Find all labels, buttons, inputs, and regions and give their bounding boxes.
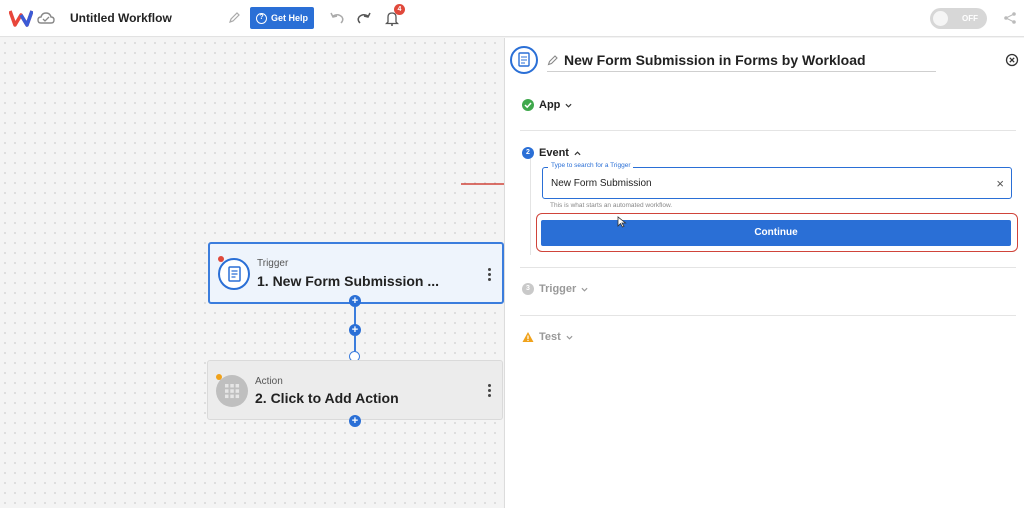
divider (520, 267, 1016, 268)
pencil-icon[interactable] (228, 11, 241, 24)
divider (520, 130, 1016, 131)
step-config-panel: New Form Submission in Forms by Workload… (504, 38, 1024, 508)
clear-search-icon[interactable]: × (996, 176, 1004, 191)
step-trigger-label: Trigger (539, 283, 577, 295)
chevron-down-icon (565, 103, 572, 108)
form-icon (218, 258, 250, 290)
cursor-icon (617, 216, 627, 228)
action-status-dot (216, 374, 222, 380)
step-test[interactable]: Test (522, 331, 573, 343)
add-after-action-button[interactable]: + (349, 415, 361, 427)
trigger-status-dot (218, 256, 224, 262)
step-app-label: App (539, 99, 561, 111)
close-icon[interactable] (1005, 53, 1019, 67)
title-underline (547, 71, 936, 72)
step-trigger[interactable]: 3 Trigger (522, 283, 588, 295)
notification-badge: 4 (394, 4, 405, 15)
trigger-hint-text: This is what starts an automated workflo… (550, 202, 673, 209)
panel-title[interactable]: New Form Submission in Forms by Workload (564, 52, 866, 68)
redo-icon[interactable] (356, 11, 372, 25)
get-help-label: Get Help (270, 13, 308, 23)
step-event-number: 2 (522, 147, 534, 159)
step-test-label: Test (539, 331, 561, 343)
warning-icon (522, 332, 534, 342)
action-node[interactable]: Action 2. Click to Add Action (207, 360, 503, 420)
help-icon: ? (255, 12, 267, 24)
workflow-toggle[interactable]: OFF (930, 8, 987, 29)
add-step-button[interactable]: + (349, 324, 361, 336)
toggle-label: OFF (962, 14, 978, 23)
connector-line (354, 336, 356, 352)
action-node-title: 2. Click to Add Action (255, 390, 399, 406)
grid-apps-icon (216, 375, 248, 407)
step-trigger-number: 3 (522, 283, 534, 295)
form-icon (510, 46, 538, 74)
pencil-icon[interactable] (547, 54, 559, 66)
check-icon (522, 99, 534, 111)
trigger-search-label: Type to search for a Trigger (548, 162, 634, 169)
trigger-search-value: New Form Submission (551, 178, 652, 189)
step-app[interactable]: App (522, 99, 572, 111)
cloud-icon (37, 12, 55, 24)
trigger-node-subtitle: Trigger (257, 258, 289, 269)
trigger-search-input[interactable]: New Form Submission × (542, 167, 1012, 199)
undo-icon[interactable] (329, 11, 345, 25)
get-help-button[interactable]: ? Get Help (250, 7, 314, 29)
action-node-menu-icon[interactable] (488, 384, 492, 399)
step-event[interactable]: 2 Event (522, 147, 581, 159)
step-event-label: Event (539, 147, 569, 159)
action-node-subtitle: Action (255, 376, 283, 387)
trigger-node-title: 1. New Form Submission ... (257, 273, 440, 289)
toggle-knob (933, 11, 948, 26)
event-step-rail (530, 159, 531, 255)
continue-button[interactable]: Continue (541, 220, 1011, 246)
divider (520, 315, 1016, 316)
trigger-node-menu-icon[interactable] (488, 268, 492, 283)
share-icon[interactable] (1003, 11, 1017, 25)
workflow-canvas[interactable]: Trigger 1. New Form Submission ... + + A… (0, 38, 528, 508)
chevron-up-icon (574, 150, 581, 155)
workflow-title[interactable]: Untitled Workflow (70, 11, 172, 25)
workload-logo-icon[interactable] (9, 9, 33, 27)
chevron-down-icon (581, 287, 588, 292)
insert-step-button[interactable]: + (349, 295, 361, 307)
chevron-down-icon (566, 335, 573, 340)
top-bar: Untitled Workflow ? Get Help 4 OFF (0, 0, 1024, 37)
